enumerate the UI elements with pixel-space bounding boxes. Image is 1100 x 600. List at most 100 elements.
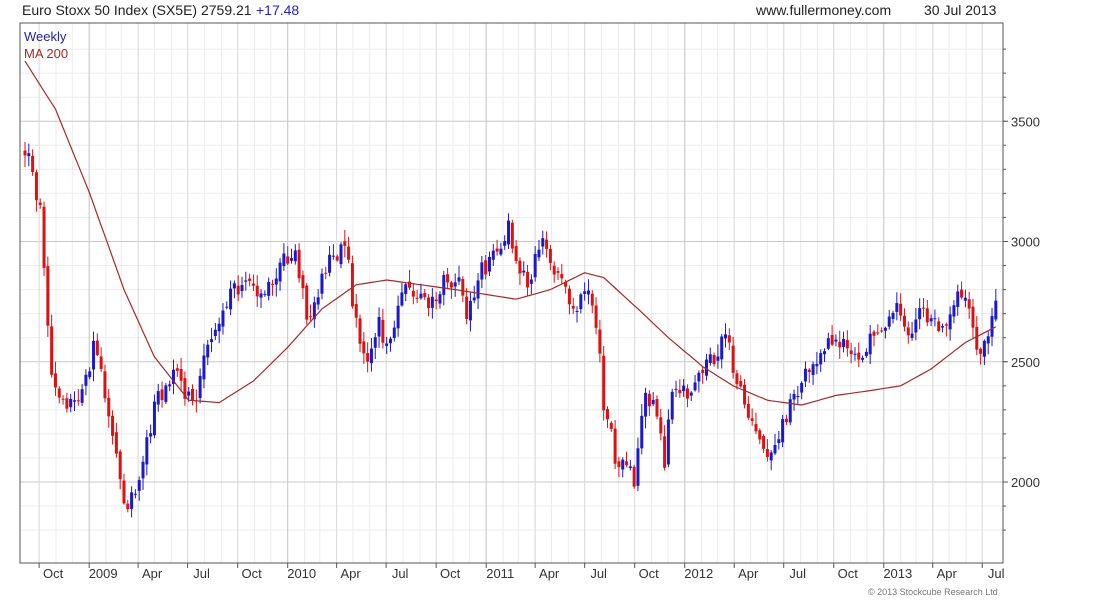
candle-up [708,354,712,363]
candle-up [716,356,720,361]
x-tick-label: Apr [341,566,362,581]
candle-up [819,353,823,365]
candle-up [769,452,773,461]
candle-up [229,288,233,310]
candle-up [225,306,229,308]
legend-weekly: Weekly [24,29,67,44]
candle-down [465,296,469,319]
candle-down [746,403,750,418]
candle-up [141,461,145,479]
candle-up [628,466,632,469]
candle-up [777,439,781,444]
candle-up [689,392,693,396]
candle-up [202,355,206,380]
candle-up [815,363,819,367]
candle-up [575,311,579,313]
x-tick-label: 2009 [89,566,118,581]
candle-down [937,321,941,331]
candle-up [328,254,332,273]
candle-up [853,353,857,355]
candle-down [758,430,762,440]
candle-up [674,388,678,390]
price-chart: 2000 2500 3000 3500 Oct 2009 Apr Jul Oct 2010 Apr J… [19,22,1040,581]
candle-down [510,222,514,249]
y-tick-label: 3500 [1011,114,1040,129]
candle-down [236,285,240,295]
x-tick-label: 2012 [684,566,713,581]
candle-down [602,355,606,411]
candle-up [640,415,644,449]
candle-down [872,331,876,336]
candle-up [430,296,434,308]
candle-up [187,391,191,396]
candle-down [849,350,853,355]
candle-down [107,397,111,417]
candle-down [845,339,849,349]
candle-up [720,336,724,360]
candle-down [65,398,69,409]
candle-down [248,278,252,281]
candle-up [267,281,271,296]
candle-up [914,319,918,333]
candle-up [206,344,210,358]
candle-up [133,493,137,495]
x-tick-label: Jul [590,566,607,581]
candle-up [697,372,701,382]
candle-down [784,418,788,423]
candle-down [876,332,880,334]
candle-up [929,318,933,322]
candle-down [50,326,54,375]
x-tick-label: Oct [43,566,64,581]
candle-down [727,335,731,343]
candle-up [507,220,511,245]
candle-down [34,172,38,201]
candle-down [613,428,617,464]
candle-down [103,371,107,399]
candle-up [331,255,335,257]
candle-down [750,418,754,421]
candle-up [891,312,895,319]
candle-down [902,315,906,327]
candle-down [495,248,499,252]
candle-up [861,357,865,360]
candle-down [594,305,598,328]
candle-down [944,324,948,326]
candle-down [548,248,552,263]
candle-up [887,316,891,327]
candle-up [533,254,537,278]
candle-down [31,155,35,172]
candle-down [552,265,556,275]
candle-down [739,380,743,387]
candle-down [567,288,571,305]
candle-up [952,305,956,317]
candle-up [453,282,457,287]
candle-up [621,459,625,470]
candle-down [175,368,179,371]
candle-down [99,356,103,369]
candle-up [240,285,244,292]
candle-up [773,444,777,454]
candle-up [781,418,785,443]
candle-down [685,388,689,399]
candle-up [644,392,648,417]
candle-down [191,388,195,400]
candle-down [609,422,613,429]
candle-up [982,340,986,357]
x-tick-label: 2011 [486,566,514,581]
candle-down [590,293,594,306]
candle-up [693,382,697,391]
candle-down [343,241,347,246]
candle-up [217,323,221,332]
candle-up [457,277,461,282]
candle-up [339,244,343,265]
candle-down [446,274,450,283]
candle-down [179,368,183,381]
candle-up [404,284,408,294]
candle-down [122,480,126,504]
candle-up [811,364,815,375]
candle-down [899,303,903,316]
candle-down [625,461,629,466]
candle-up [800,382,804,393]
candle-up [792,393,796,400]
candle-up [666,419,670,465]
